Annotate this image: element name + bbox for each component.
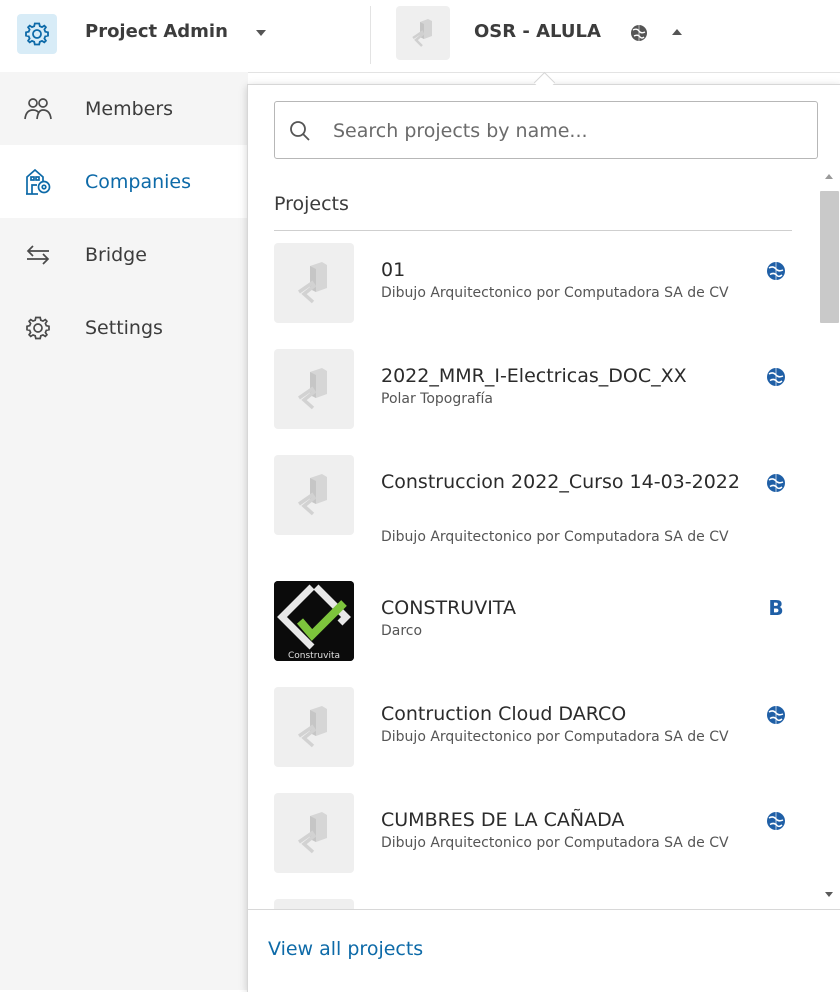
view-all-projects-link[interactable]: View all projects	[268, 938, 423, 960]
scrollbar[interactable]	[818, 167, 840, 909]
search-box	[274, 101, 818, 160]
members-icon	[24, 95, 52, 123]
bridge-arrows-icon	[24, 241, 52, 269]
bim360-b-icon: B	[766, 596, 786, 622]
project-company: Polar Topografía	[381, 391, 493, 407]
project-name: 01	[381, 259, 406, 281]
project-row[interactable]	[248, 887, 818, 909]
scroll-up-arrow-icon[interactable]	[825, 174, 833, 179]
project-row[interactable]: CUMBRES DE LA CAÑADA Dibujo Arquitectoni…	[248, 781, 818, 887]
sidebar: Members Companies Bridge Settings	[0, 72, 248, 990]
chevron-up-icon[interactable]	[672, 29, 682, 35]
scrollbar-thumb[interactable]	[820, 191, 839, 323]
project-name: CUMBRES DE LA CAÑADA	[381, 809, 625, 831]
project-company: Dibujo Arquitectonico por Computadora SA…	[381, 729, 729, 745]
construvita-logo: Construvita	[274, 581, 354, 661]
project-row[interactable]: Contruction Cloud DARCO Dibujo Arquitect…	[248, 675, 818, 781]
globe-icon	[766, 261, 786, 285]
globe-icon	[630, 24, 648, 46]
current-project-name[interactable]: OSR - ALULA	[474, 20, 601, 44]
sidebar-item-members[interactable]: Members	[0, 72, 248, 145]
project-company: Dibujo Arquitectonico por Computadora SA…	[381, 285, 729, 301]
project-thumbnail-icon	[274, 349, 354, 429]
sidebar-item-bridge[interactable]: Bridge	[0, 218, 248, 291]
search-input[interactable]	[331, 102, 805, 160]
globe-icon	[766, 705, 786, 729]
project-company: Darco	[381, 623, 423, 639]
project-name: Contruction Cloud DARCO	[381, 703, 627, 725]
project-name: Construccion 2022_Curso 14-03-2022	[381, 471, 740, 493]
project-switcher-dropdown: Projects 01 Dibujo Arquitectonico por Co…	[247, 84, 840, 992]
project-list: 01 Dibujo Arquitectonico por Computadora…	[248, 231, 818, 909]
project-company: Dibujo Arquitectonico por Computadora SA…	[381, 529, 729, 545]
gear-icon[interactable]	[17, 14, 57, 54]
sidebar-item-label: Companies	[85, 170, 192, 193]
project-row[interactable]: 2022_MMR_I-Electricas_DOC_XX Polar Topog…	[248, 337, 818, 443]
sidebar-item-label: Settings	[85, 316, 163, 339]
dropdown-footer: View all projects	[248, 909, 840, 992]
sidebar-item-label: Bridge	[85, 243, 147, 266]
sidebar-item-settings[interactable]: Settings	[0, 291, 248, 364]
project-row[interactable]: Construccion 2022_Curso 14-03-2022 Dibuj…	[248, 443, 818, 569]
companies-icon	[24, 168, 52, 196]
sidebar-item-label: Members	[85, 97, 174, 120]
settings-gear-icon	[24, 314, 52, 342]
project-name: CONSTRUVITA	[381, 597, 516, 619]
sidebar-item-companies[interactable]: Companies	[0, 145, 248, 218]
project-row[interactable]: Construvita CONSTRUVITA Darco B	[248, 569, 818, 675]
chevron-down-icon[interactable]	[256, 30, 266, 36]
project-thumbnail-icon	[274, 793, 354, 873]
scroll-down-arrow-icon[interactable]	[825, 892, 833, 897]
projects-section-title: Projects	[274, 193, 349, 215]
project-thumbnail-icon	[274, 243, 354, 323]
globe-icon	[766, 473, 786, 497]
globe-icon	[766, 811, 786, 835]
construvita-logo-text: Construvita	[288, 651, 340, 661]
project-thumbnail-icon	[274, 455, 354, 535]
project-row[interactable]: 01 Dibujo Arquitectonico por Computadora…	[248, 231, 818, 337]
globe-icon	[766, 367, 786, 391]
project-company: Dibujo Arquitectonico por Computadora SA…	[381, 835, 729, 851]
module-name[interactable]: Project Admin	[85, 20, 228, 44]
project-thumbnail-icon	[274, 687, 354, 767]
top-bar: Project Admin OSR - ALULA	[0, 0, 840, 73]
project-name: 2022_MMR_I-Electricas_DOC_XX	[381, 365, 687, 387]
search-icon	[289, 120, 311, 146]
svg-text:B: B	[768, 596, 783, 618]
project-thumbnail-icon	[396, 6, 450, 60]
divider	[370, 6, 371, 64]
project-thumbnail-icon	[274, 899, 354, 909]
